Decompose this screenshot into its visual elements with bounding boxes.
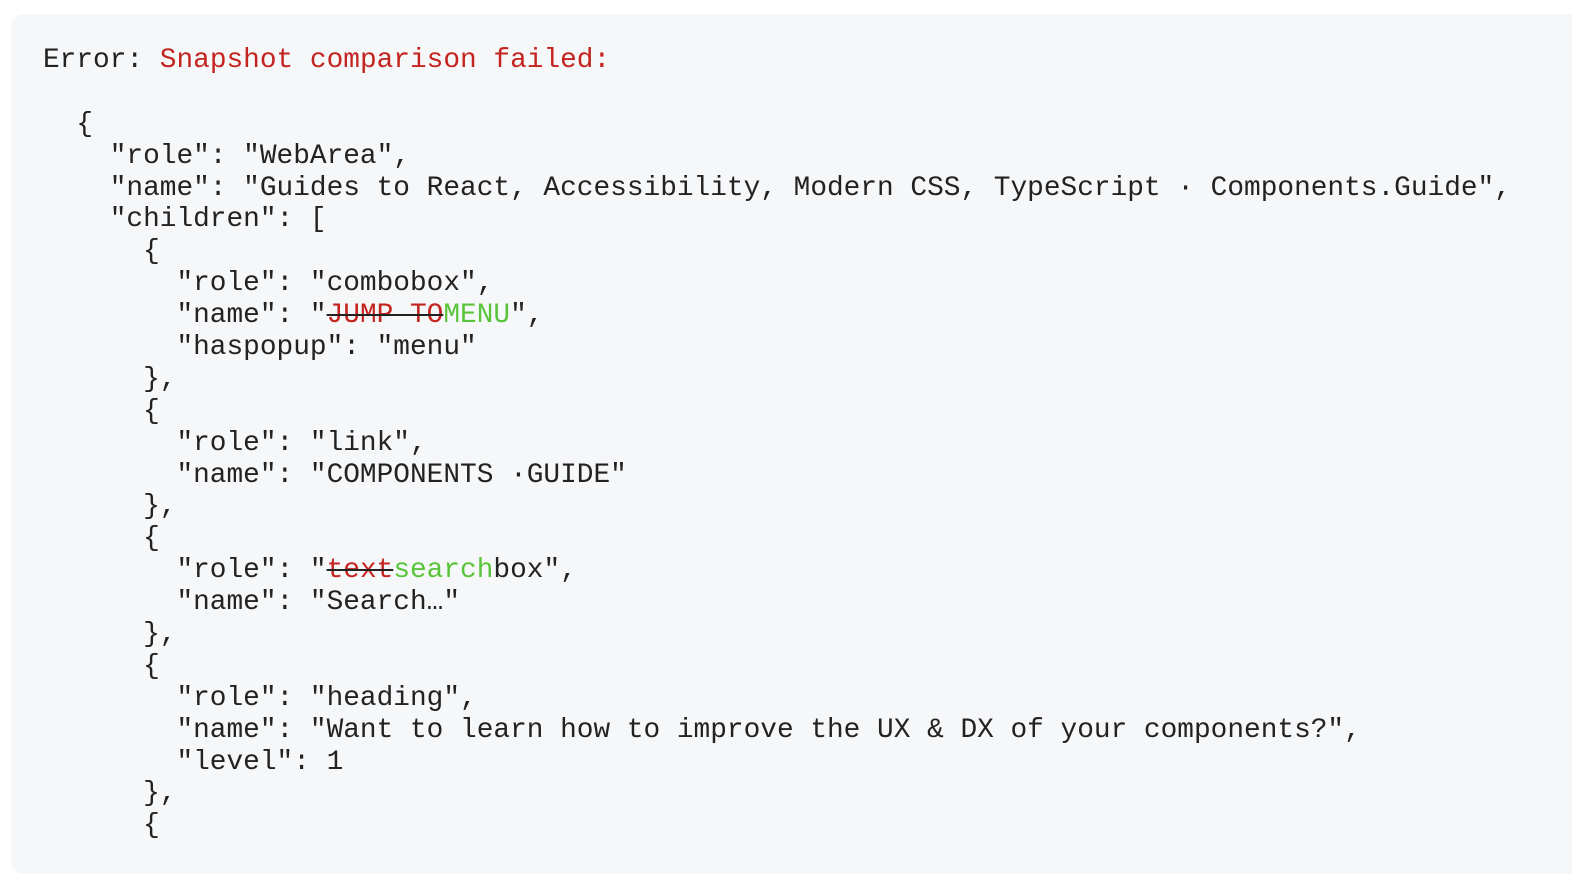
code-text: "haspopup": "menu" — [43, 332, 477, 364]
added-text: search — [393, 555, 494, 587]
removed-text: JUMP TO — [326, 300, 444, 332]
code-line: "name": "COMPONENTS ·GUIDE" — [43, 460, 1511, 492]
code-line: { — [43, 810, 1511, 842]
code-text: ", — [510, 300, 544, 332]
code-text: "role": "combobox", — [43, 268, 494, 300]
code-text: "name": "Search…" — [43, 587, 461, 619]
code-line: "name": "Search…" — [43, 587, 1511, 619]
code-line: "level": 1 — [43, 747, 1511, 779]
code-text: { — [43, 650, 160, 682]
diff-lines: { "role": "WebArea", "name": "Guides to … — [43, 77, 1511, 842]
code-text: "name": " — [43, 300, 327, 332]
code-line: { — [43, 651, 1511, 683]
removed-text: text — [326, 555, 394, 587]
error-output-panel: Error: Snapshot comparison failed: { "ro… — [11, 14, 1572, 874]
code-text: { — [43, 523, 160, 555]
code-line: "name": "Want to learn how to improve th… — [43, 715, 1511, 747]
code-text: "children": [ — [43, 204, 327, 236]
code-line: "role": "link", — [43, 428, 1511, 460]
code-line: }, — [43, 778, 1511, 810]
code-line: { — [43, 109, 1511, 141]
code-text: "level": 1 — [43, 746, 344, 778]
code-text: { — [43, 108, 94, 140]
code-line: }, — [43, 619, 1511, 651]
code-line: "name": "Guides to React, Accessibility,… — [43, 173, 1511, 205]
code-text: "role": "heading", — [43, 682, 477, 714]
code-text: }, — [43, 491, 177, 523]
code-text: }, — [43, 619, 177, 651]
code-text: "name": "Want to learn how to improve th… — [43, 714, 1361, 746]
code-text: }, — [43, 363, 177, 395]
error-message: Snapshot comparison failed: — [159, 45, 611, 76]
code-text: }, — [43, 778, 177, 810]
code-line: "role": "combobox", — [43, 268, 1511, 300]
snapshot-diff-code: Error: Snapshot comparison failed: { "ro… — [43, 45, 1511, 842]
code-line: "role": "textsearchbox", — [43, 555, 1511, 587]
code-text: { — [43, 236, 160, 268]
code-text: "name": "Guides to React, Accessibility,… — [43, 172, 1511, 204]
code-text: box", — [493, 555, 577, 587]
code-line: "role": "heading", — [43, 683, 1511, 715]
code-line: { — [43, 523, 1511, 555]
code-text: "role": " — [43, 555, 327, 587]
code-line: { — [43, 236, 1511, 268]
code-text: { — [43, 395, 160, 427]
code-line: }, — [43, 364, 1511, 396]
code-line: "children": [ — [43, 204, 1511, 236]
error-label: Error: — [43, 45, 160, 76]
code-line: "role": "WebArea", — [43, 141, 1511, 173]
code-line: { — [43, 396, 1511, 428]
code-line: "name": "JUMP TOMENU", — [43, 300, 1511, 332]
code-text: "name": "COMPONENTS ·GUIDE" — [43, 459, 627, 491]
added-text: MENU — [443, 300, 511, 332]
code-text: "role": "link", — [43, 427, 427, 459]
error-heading: Error: Snapshot comparison failed: — [43, 45, 1511, 77]
code-line: }, — [43, 491, 1511, 523]
code-text: "role": "WebArea", — [43, 140, 410, 172]
code-line: "haspopup": "menu" — [43, 332, 1511, 364]
code-text: { — [43, 810, 160, 842]
